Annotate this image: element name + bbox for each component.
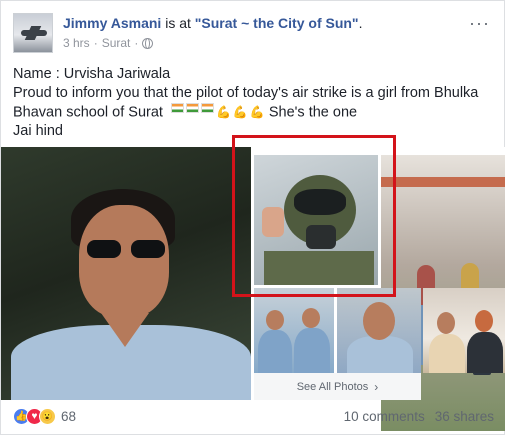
indian-flag-icon <box>185 103 199 113</box>
reaction-count: 68 <box>61 408 77 424</box>
flexed-biceps-icon: 💪 <box>215 105 231 119</box>
connector-text: is at <box>165 15 191 31</box>
photo-officer-closeup[interactable] <box>337 288 421 373</box>
more-options-icon[interactable]: ··· <box>469 13 490 34</box>
photo-two-officers[interactable] <box>254 288 334 373</box>
reactions[interactable]: 👍 ♥ 😮 68 <box>13 407 77 425</box>
photo-pilot-helmet[interactable] <box>254 155 378 285</box>
post-card: Jimmy Asmani is at "Surat ~ the City of … <box>0 0 505 435</box>
comments-link[interactable]: 10 comments <box>344 409 425 424</box>
place-link[interactable]: "Surat ~ the City of Sun" <box>195 15 359 31</box>
indian-flag-icon <box>200 103 214 113</box>
globe-icon[interactable] <box>142 37 154 49</box>
photo-grid: See All Photos › <box>1 147 505 431</box>
photo-main-pilot[interactable] <box>1 147 251 400</box>
post-line-4: Jai hind <box>13 123 63 140</box>
avatar[interactable] <box>13 13 53 53</box>
post-meta: 3 hrs · Surat · <box>63 36 154 50</box>
location-link[interactable]: Surat <box>102 36 131 50</box>
indian-flag-icon <box>170 103 184 113</box>
flexed-biceps-icon: 💪 <box>249 105 265 119</box>
post-line-2: Proud to inform you that the pilot of to… <box>13 85 479 101</box>
timestamp[interactable]: 3 hrs <box>63 36 90 50</box>
wow-icon: 😮 <box>39 407 56 425</box>
flexed-biceps-icon: 💪 <box>232 105 248 119</box>
post-footer: 👍 ♥ 😮 68 10 comments 36 shares <box>13 405 494 427</box>
emoji-row: 💪 💪 💪 <box>170 103 265 122</box>
see-all-photos-link[interactable]: See All Photos › <box>254 373 421 400</box>
post-line-name: Name : Urvisha Jariwala <box>13 66 171 82</box>
post-header: Jimmy Asmani is at "Surat ~ the City of … <box>63 15 363 31</box>
author-link[interactable]: Jimmy Asmani <box>63 15 161 31</box>
photo-couple[interactable] <box>423 288 505 373</box>
post-text: Name : Urvisha Jariwala Proud to inform … <box>13 65 498 141</box>
chevron-right-icon: › <box>374 379 379 394</box>
post-line-3: Bhavan school of Surat 💪 💪 💪 She's the o… <box>13 103 358 122</box>
shares-link[interactable]: 36 shares <box>435 409 494 424</box>
